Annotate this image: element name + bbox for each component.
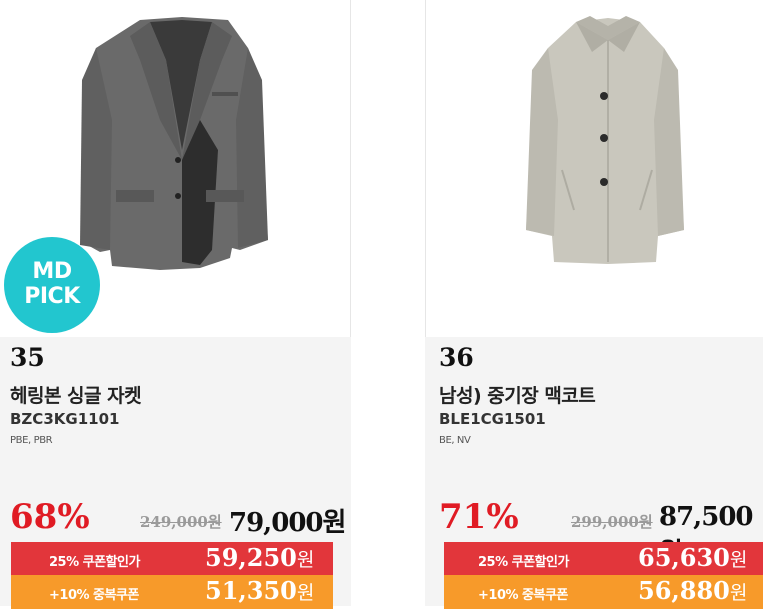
product-info: 36 남성) 중기장 맥코트 BLE1CG1501 BE, NV 71% 299… [425, 337, 763, 609]
coupon-price-row: 25% 쿠폰할인가 65,630원 [444, 542, 763, 576]
product-rank: 35 [10, 343, 45, 372]
sale-price: 79,000원 [229, 508, 346, 538]
coupon-price-row: 25% 쿠폰할인가 59,250원 [11, 542, 333, 576]
discount-rate: 68% [10, 497, 90, 537]
coupon-price-unit: 원 [296, 549, 315, 571]
double-coupon-price: 56,880원 [638, 576, 747, 605]
product-code: BZC3KG1101 [10, 410, 120, 428]
double-coupon-label: +10% 중복쿠폰 [478, 588, 568, 603]
double-coupon-label: +10% 중복쿠폰 [49, 588, 139, 603]
coupon-price: 59,250원 [205, 543, 314, 572]
product-card[interactable]: 36 남성) 중기장 맥코트 BLE1CG1501 BE, NV 71% 299… [425, 0, 763, 609]
coupon-label: 25% 쿠폰할인가 [478, 555, 569, 570]
original-price: 299,000원 [571, 513, 653, 531]
product-rank: 36 [439, 343, 474, 372]
md-pick-badge: MD PICK [4, 237, 100, 333]
double-coupon-price-row: +10% 중복쿠폰 56,880원 [444, 575, 763, 609]
product-name[interactable]: 헤링본 싱글 자켓 [10, 381, 142, 408]
product-name[interactable]: 남성) 중기장 맥코트 [439, 381, 596, 408]
original-price: 249,000원 [140, 513, 222, 531]
coupon-label: 25% 쿠폰할인가 [49, 555, 140, 570]
badge-line2: PICK [24, 284, 80, 309]
product-card[interactable]: MD PICK 35 헤링본 싱글 자켓 BZC3KG1101 PBE, PBR… [0, 0, 351, 609]
double-coupon-price-value: 56,880 [638, 576, 730, 605]
coupon-price-unit: 원 [729, 549, 748, 571]
product-image-container[interactable]: MD PICK [0, 0, 351, 337]
double-coupon-price-unit: 원 [296, 582, 315, 604]
coupon-price-value: 65,630 [638, 543, 730, 572]
discount-rate: 71% [439, 497, 519, 537]
product-info: 35 헤링본 싱글 자켓 BZC3KG1101 PBE, PBR 68% 249… [0, 337, 351, 609]
double-coupon-price-value: 51,350 [205, 576, 297, 605]
double-coupon-price-unit: 원 [729, 582, 748, 604]
product-colors: BE, NV [439, 435, 471, 446]
coupon-price: 65,630원 [638, 543, 747, 572]
mac-coat-image[interactable] [426, 0, 763, 337]
double-coupon-price-row: +10% 중복쿠폰 51,350원 [11, 575, 333, 609]
product-code: BLE1CG1501 [439, 410, 546, 428]
coupon-price-value: 59,250 [205, 543, 297, 572]
product-colors: PBE, PBR [10, 435, 53, 446]
double-coupon-price: 51,350원 [205, 576, 314, 605]
product-image-container[interactable] [425, 0, 763, 337]
badge-line1: MD [32, 259, 72, 284]
